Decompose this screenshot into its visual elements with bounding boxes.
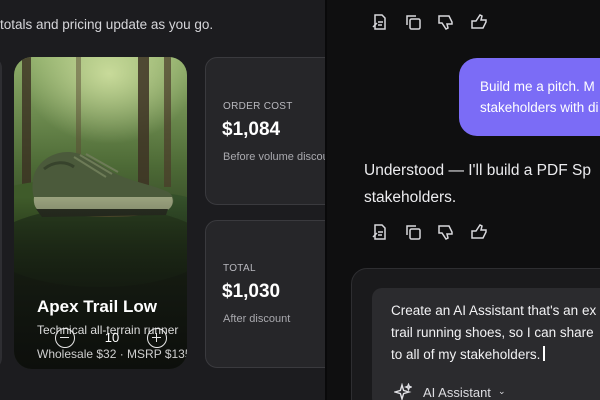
panel-subtitle: totals and pricing update as you go. bbox=[0, 17, 214, 32]
product-order-panel: totals and pricing update as you go. Ape… bbox=[0, 0, 327, 400]
export-icon[interactable] bbox=[370, 12, 390, 32]
text-caret bbox=[543, 346, 545, 361]
thumbs-down-icon[interactable] bbox=[436, 12, 456, 32]
total-card: TOTAL $1,030 After discount bbox=[205, 220, 327, 368]
order-cost-note: Before volume discount bbox=[223, 151, 327, 163]
ai-assistant-label: AI Assistant bbox=[423, 385, 491, 400]
prompt-line: to all of my stakeholders. bbox=[391, 347, 541, 362]
user-message-bubble: Build me a pitch. M stakeholders with di bbox=[459, 58, 600, 136]
order-cost-card: ORDER COST $1,084 Before volume discount bbox=[205, 57, 327, 205]
user-message-line: stakeholders with di bbox=[480, 100, 599, 115]
prompt-text[interactable]: Create an AI Assistant that's an ex trai… bbox=[391, 300, 600, 366]
quantity-value: 10 bbox=[104, 330, 120, 345]
copy-icon[interactable] bbox=[403, 12, 423, 32]
thumbs-up-icon[interactable] bbox=[469, 12, 489, 32]
previous-product-card[interactable] bbox=[0, 57, 2, 369]
total-note: After discount bbox=[223, 313, 291, 325]
increase-quantity-button[interactable] bbox=[147, 328, 167, 348]
product-name: Apex Trail Low bbox=[37, 297, 157, 316]
prompt-line-last: to all of my stakeholders. bbox=[391, 344, 600, 366]
order-cost-label: ORDER COST bbox=[223, 101, 293, 112]
copy-icon[interactable] bbox=[403, 222, 423, 242]
order-cost-value: $1,084 bbox=[222, 119, 281, 140]
assistant-reply: Understood — I'll build a PDF Sp stakehol… bbox=[364, 162, 591, 206]
total-value: $1,030 bbox=[222, 281, 281, 302]
sparkle-icon bbox=[394, 383, 412, 400]
total-label: TOTAL bbox=[223, 263, 256, 274]
prompt-line: trail running shoes, so I can share bbox=[391, 325, 594, 340]
chevron-down-icon: ⌄ bbox=[498, 386, 506, 396]
user-message-line: Build me a pitch. M bbox=[480, 79, 595, 94]
decrease-quantity-button[interactable] bbox=[55, 328, 75, 348]
prompt-line: Create an AI Assistant that's an ex bbox=[391, 303, 597, 318]
thumbs-down-icon[interactable] bbox=[436, 222, 456, 242]
quantity-stepper: 10 bbox=[14, 324, 187, 354]
thumbs-up-icon[interactable] bbox=[469, 222, 489, 242]
product-card[interactable]: Apex Trail Low Technical all-terrain run… bbox=[14, 57, 187, 369]
export-icon[interactable] bbox=[370, 222, 390, 242]
